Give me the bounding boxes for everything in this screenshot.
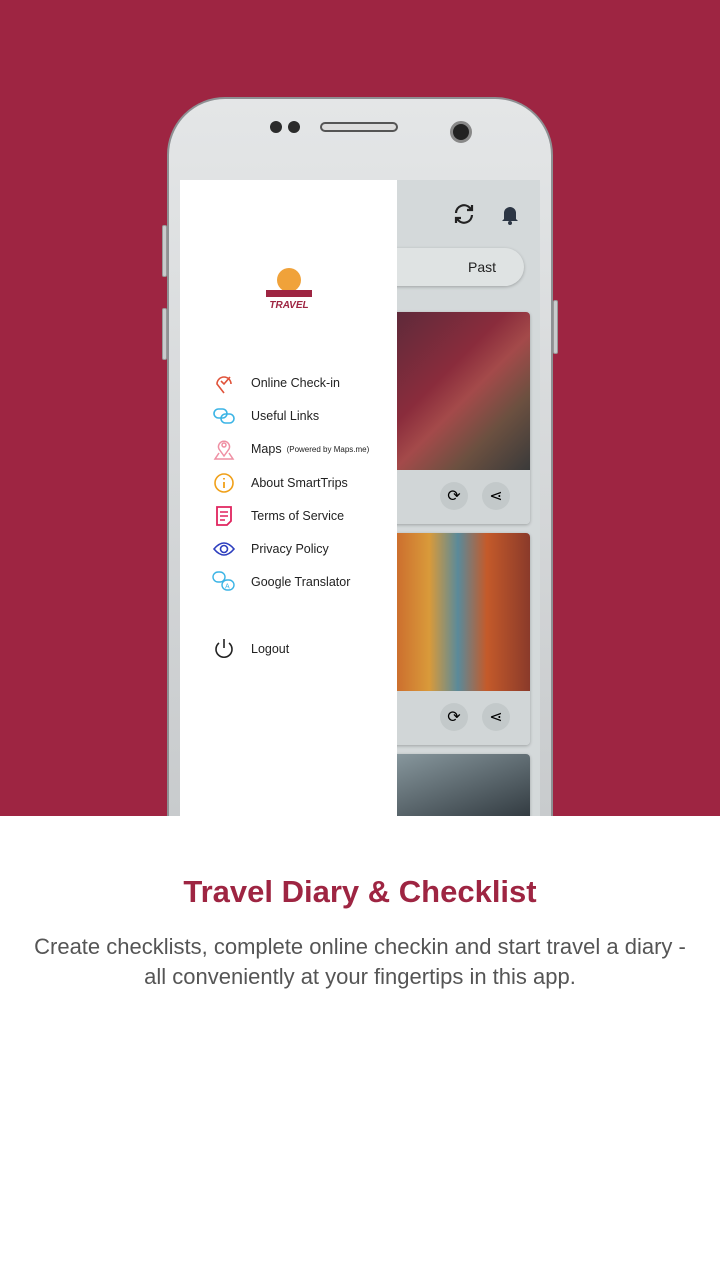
- menu-item-terms[interactable]: Terms of Service: [212, 499, 369, 532]
- menu-item-logout[interactable]: Logout: [212, 632, 369, 665]
- svg-text:TRAVEL: TRAVEL: [269, 300, 308, 310]
- trip-image: [386, 533, 530, 691]
- share-button[interactable]: ⋖: [482, 482, 510, 510]
- trip-card[interactable]: ⟳ ⋖: [386, 533, 530, 745]
- drawer-menu: Online Check-in Useful Links Maps (Powere…: [212, 366, 369, 665]
- power-icon: [215, 638, 233, 658]
- trip-image: [386, 754, 530, 816]
- share-button[interactable]: ⋖: [482, 703, 510, 731]
- promo-description: Create checklists, complete online check…: [34, 934, 686, 989]
- promo-title: Travel Diary & Checklist: [183, 874, 537, 909]
- check-pin-icon: [216, 375, 232, 394]
- trip-card[interactable]: [386, 754, 530, 816]
- sensor: [270, 121, 282, 133]
- translate-icon: A: [212, 571, 235, 592]
- menu-item-privacy[interactable]: Privacy Policy: [212, 532, 369, 565]
- speaker: [320, 122, 398, 132]
- app-screen: Past ⟳ ⋖ ⟳ ⋖ TRAVEL Online Check-in Useful…: [180, 180, 540, 816]
- document-icon: [216, 505, 232, 526]
- volume-button: [162, 308, 167, 360]
- menu-item-useful-links[interactable]: Useful Links: [212, 399, 369, 432]
- menu-item-about[interactable]: About SmartTrips: [212, 466, 369, 499]
- menu-item-translator[interactable]: A Google Translator: [212, 566, 369, 599]
- svg-text:A: A: [225, 584, 230, 591]
- volume-button: [162, 225, 167, 277]
- sensor: [288, 121, 300, 133]
- refresh-icon[interactable]: [452, 202, 476, 226]
- company-logo: TRAVEL: [266, 268, 312, 310]
- trip-card[interactable]: ⟳ ⋖: [386, 312, 530, 524]
- eye-icon: [212, 542, 236, 556]
- map-pin-icon: [213, 440, 235, 460]
- menu-item-maps[interactable]: Maps (Powered by Maps.me): [212, 433, 369, 466]
- sync-button[interactable]: ⟳: [440, 482, 468, 510]
- promo-section: Travel Diary & Checklist Create checklis…: [0, 816, 720, 992]
- menu-item-online-checkin[interactable]: Online Check-in: [212, 366, 369, 399]
- front-camera: [450, 121, 472, 143]
- hero-background: Past ⟳ ⋖ ⟳ ⋖ TRAVEL Online Check-in Useful…: [0, 0, 720, 816]
- link-icon: [213, 408, 235, 424]
- power-button: [553, 300, 558, 354]
- trip-image: [386, 312, 530, 470]
- info-icon: [214, 472, 234, 493]
- sync-button[interactable]: ⟳: [440, 703, 468, 731]
- navigation-drawer: TRAVEL Online Check-in Useful Links Maps…: [180, 180, 397, 816]
- bell-icon[interactable]: [498, 202, 522, 226]
